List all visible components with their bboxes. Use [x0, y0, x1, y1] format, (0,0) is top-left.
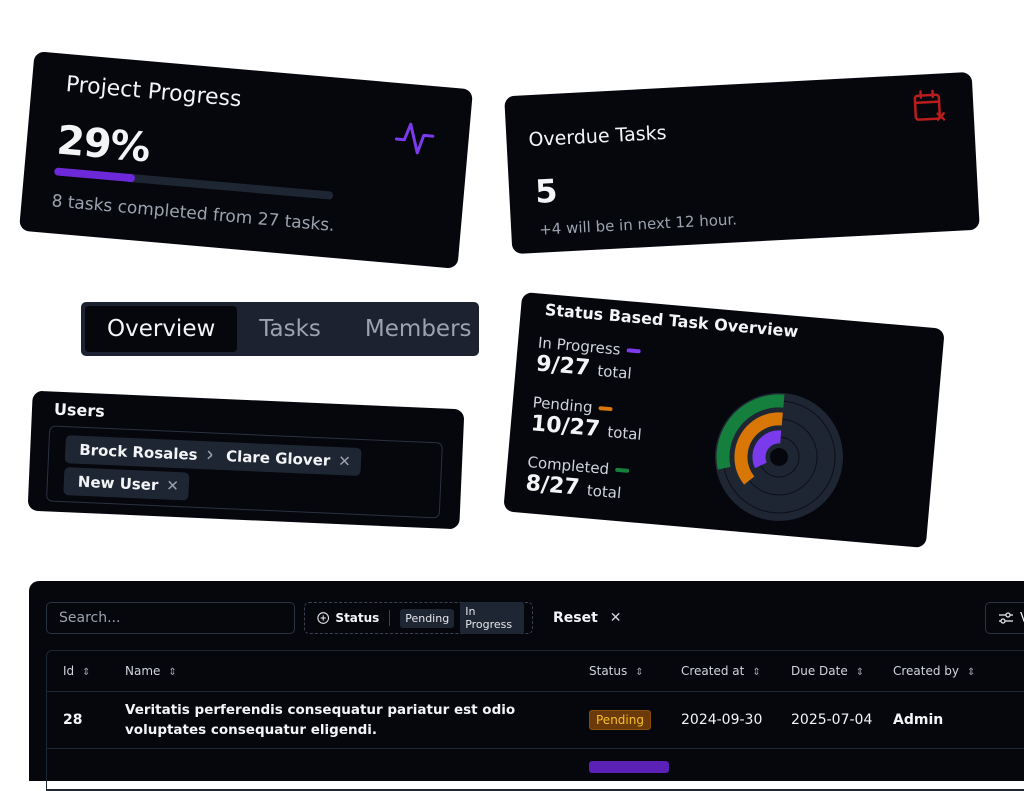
- tab-tasks[interactable]: Tasks: [237, 306, 343, 352]
- tab-bar: Overview Tasks Members: [81, 302, 479, 356]
- tasks-table-card: Status Pending In Progress Reset ✕ V Id ⇕…: [29, 581, 1024, 781]
- header-label: Name: [125, 664, 160, 678]
- divider: [389, 610, 390, 626]
- overdue-tasks-card: Overdue Tasks 5 +4 will be in next 12 ho…: [504, 72, 980, 254]
- user-chip-label: Brock Rosales: [79, 441, 198, 464]
- reset-label: Reset: [553, 610, 598, 626]
- progress-subtitle: 8 tasks completed from 27 tasks.: [51, 191, 336, 236]
- status-badge: Pending: [589, 710, 651, 730]
- header-label: Id: [63, 664, 74, 678]
- sort-icon: ⇕: [82, 667, 90, 678]
- view-label: V: [1020, 611, 1024, 626]
- header-label: Due Date: [791, 664, 848, 678]
- status-filter-button[interactable]: Status Pending In Progress: [304, 602, 533, 634]
- legend-swatch: [615, 468, 629, 473]
- progress-bar-fill: [54, 167, 136, 182]
- header-label: Created at: [681, 664, 744, 678]
- table-row[interactable]: [47, 749, 1024, 790]
- overdue-count: 5: [534, 172, 558, 211]
- header-label: Created by: [893, 664, 959, 678]
- reset-filters-button[interactable]: Reset ✕: [553, 602, 622, 634]
- status-suffix: total: [597, 362, 633, 383]
- status-overview-card: Status Based Task Overview In Progress 9…: [503, 292, 945, 548]
- status-value: 10/27: [530, 411, 601, 442]
- sort-icon: ⇕: [635, 667, 643, 678]
- status-value: 9/27: [535, 351, 591, 381]
- overdue-subtitle: +4 will be in next 12 hour.: [539, 210, 738, 238]
- column-header-status[interactable]: Status ⇕: [589, 664, 681, 678]
- cell-created-by: Admin: [893, 712, 1013, 728]
- user-chip-label: New User: [78, 473, 159, 494]
- overdue-title: Overdue Tasks: [528, 122, 667, 151]
- sort-icon: ⇕: [856, 667, 864, 678]
- calendar-x-icon: [910, 87, 948, 129]
- cell-status: Pending: [589, 710, 681, 730]
- column-header-created-by[interactable]: Created by ⇕: [893, 664, 1013, 678]
- status-filter-pill: Pending: [400, 609, 454, 628]
- users-label: Users: [54, 400, 106, 421]
- legend-swatch: [598, 406, 612, 411]
- cell-created-at: 2024-09-30: [681, 712, 791, 728]
- progress-percent: 29%: [55, 118, 151, 172]
- users-multiselect[interactable]: Brock Rosales ✕ Clare Glover ✕ New User …: [46, 425, 443, 518]
- status-stat-in-progress: In Progress 9/27 total: [535, 334, 641, 386]
- sort-icon: ⇕: [967, 667, 975, 678]
- view-options-button[interactable]: V: [985, 602, 1024, 634]
- tab-overview[interactable]: Overview: [85, 306, 237, 352]
- sort-icon: ⇕: [752, 667, 760, 678]
- status-stat-completed: Completed 8/27 total: [525, 453, 630, 505]
- project-progress-title: Project Progress: [65, 72, 243, 112]
- status-suffix: total: [586, 481, 622, 502]
- status-stat-pending: Pending 10/27 total: [530, 393, 645, 446]
- user-chip: Clare Glover ✕: [212, 442, 362, 476]
- sliders-icon: [998, 611, 1014, 625]
- status-suffix: total: [607, 423, 643, 444]
- user-chip: New User ✕: [63, 467, 189, 500]
- tab-members[interactable]: Members: [343, 306, 494, 352]
- user-chip: Brock Rosales ✕: [65, 435, 229, 470]
- plus-circle-icon: [317, 611, 329, 625]
- status-filter-label: Status: [335, 611, 379, 625]
- cell-id: 28: [47, 712, 109, 728]
- sort-icon: ⇕: [168, 667, 176, 678]
- column-header-name[interactable]: Name ⇕: [109, 664, 589, 678]
- tasks-table: Id⇕ Name⇕ Status⇕ Created at⇕ Due Date⇕ …: [46, 650, 1024, 791]
- user-chip-label: Clare Glover: [226, 447, 331, 470]
- project-progress-card: Project Progress 29% 8 tasks completed f…: [19, 51, 473, 269]
- column-header-created-at[interactable]: Created at ⇕: [681, 664, 791, 678]
- cell-status: [589, 761, 681, 777]
- close-icon: ✕: [610, 610, 622, 626]
- status-badge: [589, 761, 669, 773]
- column-header-due-date[interactable]: Due Date ⇕: [791, 664, 893, 678]
- search-input[interactable]: [46, 602, 295, 634]
- table-header: Id⇕ Name⇕ Status⇕ Created at⇕ Due Date⇕ …: [47, 651, 1024, 692]
- column-header-id[interactable]: Id ⇕: [47, 664, 109, 678]
- close-icon[interactable]: ✕: [166, 477, 179, 496]
- header-label: Status: [589, 664, 627, 678]
- status-radial-chart: [703, 381, 855, 533]
- status-filter-pill: In Progress: [460, 602, 524, 634]
- cell-due-date: 2025-07-04: [791, 712, 893, 728]
- close-icon[interactable]: ✕: [338, 452, 351, 471]
- cell-name: Veritatis perferendis consequatur pariat…: [109, 700, 589, 740]
- legend-swatch: [626, 348, 640, 353]
- status-value: 8/27: [525, 471, 581, 501]
- status-overview-title: Status Based Task Overview: [544, 300, 799, 341]
- activity-pulse-icon: [392, 117, 436, 164]
- table-row[interactable]: 28 Veritatis perferendis consequatur par…: [47, 692, 1024, 749]
- users-card: Users Brock Rosales ✕ Clare Glover ✕ New…: [28, 391, 465, 530]
